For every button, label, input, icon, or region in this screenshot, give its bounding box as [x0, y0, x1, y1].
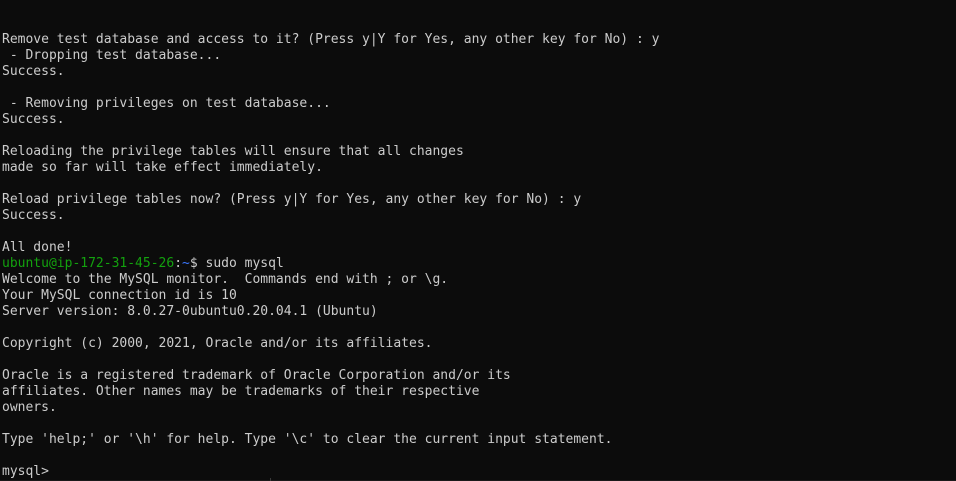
mysql-output-line: Server version: 8.0.27-0ubuntu0.20.04.1 … — [2, 304, 378, 319]
prompt-separator: : — [174, 256, 183, 271]
prompt-user-host: ubuntu@ip-172-31-45-26 — [2, 256, 175, 271]
mysql-output-line: Copyright (c) 2000, 2021, Oracle and/or … — [2, 336, 433, 351]
shell-prompt-line: ubuntu@ip-172-31-45-26:~$ sudo mysql — [2, 256, 954, 272]
mysql-prompt: mysql> — [2, 464, 57, 479]
terminal-window[interactable]: Remove test database and access to it? (… — [0, 0, 956, 481]
output-line: Reloading the privilege tables will ensu… — [2, 144, 464, 159]
output-line: made so far will take effect immediately… — [2, 160, 323, 175]
output-line: All done! — [2, 240, 73, 255]
shell-command: sudo mysql — [205, 256, 284, 271]
terminal-output: Remove test database and access to it? (… — [2, 32, 954, 480]
prompt-symbol: $ — [189, 256, 206, 271]
mysql-output-line — [2, 416, 954, 432]
mysql-output-line — [2, 352, 954, 368]
mysql-output-line: Oracle is a registered trademark of Orac… — [2, 368, 511, 383]
mysql-output-line: owners. — [2, 400, 57, 415]
mysql-output-line: affiliates. Other names may be trademark… — [2, 384, 480, 399]
mysql-prompt-line[interactable]: mysql> — [2, 464, 954, 480]
mysql-output-line — [2, 448, 954, 464]
output-line: - Dropping test database... — [2, 48, 222, 63]
output-line: Remove test database and access to it? (… — [2, 32, 660, 47]
output-line: Success. — [2, 64, 65, 79]
output-line: - Removing privileges on test database..… — [2, 96, 331, 111]
mysql-output-line: Your MySQL connection id is 10 — [2, 288, 237, 303]
output-line: Success. — [2, 208, 65, 223]
mysql-output-line: Welcome to the MySQL monitor. Commands e… — [2, 272, 449, 287]
output-line: Reload privilege tables now? (Press y|Y … — [2, 192, 582, 207]
mysql-output-line: Type 'help;' or '\h' for help. Type '\c'… — [2, 432, 613, 447]
mysql-output-line — [2, 320, 954, 336]
output-line: Success. — [2, 112, 65, 127]
prompt-path: ~ — [182, 256, 190, 271]
